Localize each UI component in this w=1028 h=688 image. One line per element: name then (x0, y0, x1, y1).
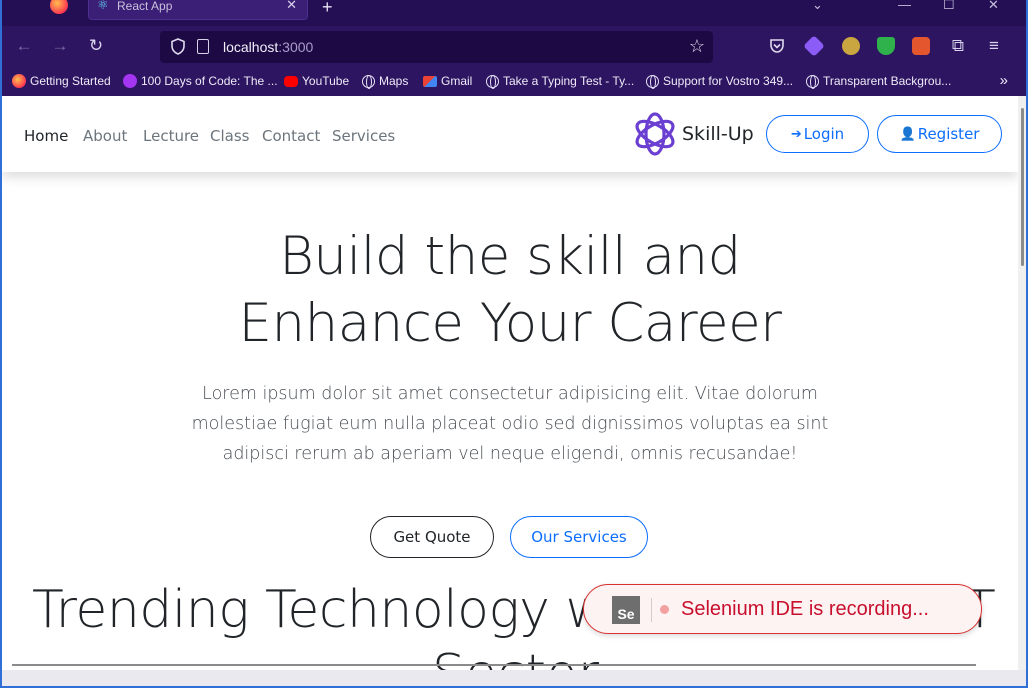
globe-icon (362, 74, 375, 89)
bookmark-100-days[interactable]: 100 Days of Code: The ... (123, 74, 278, 88)
maximize-icon[interactable]: ☐ (943, 0, 955, 13)
youtube-icon (284, 75, 298, 87)
extension-yellow-icon[interactable] (842, 37, 860, 55)
our-services-button[interactable]: Our Services (510, 516, 648, 558)
globe-icon (646, 74, 659, 89)
globe-icon (486, 74, 499, 89)
extension-red-icon[interactable] (912, 37, 930, 55)
nav-bar: ← → ↻ localhost:3000 ☆ ⧉ ≡ (0, 26, 1028, 68)
tab-react-app[interactable]: ⚛ React App ✕ (88, 0, 308, 20)
hero-title-line-1: Build the skill and (279, 226, 741, 287)
get-quote-button[interactable]: Get Quote (370, 516, 494, 558)
nav-home[interactable]: Home (24, 127, 68, 145)
close-window-icon[interactable]: ✕ (988, 0, 999, 13)
page-info-icon[interactable] (197, 39, 209, 54)
minimize-icon[interactable]: — (898, 0, 911, 12)
trending-heading-line-2: Sector (432, 644, 599, 670)
nav-services[interactable]: Services (332, 127, 395, 145)
shield-icon[interactable] (170, 38, 186, 55)
tab-list-chevron-icon[interactable]: ⌄ (812, 0, 823, 13)
vertical-scrollbar[interactable] (1018, 96, 1026, 670)
extension-purple-icon[interactable] (803, 35, 825, 57)
firefox-icon[interactable] (50, 0, 68, 14)
gmail-icon (423, 75, 437, 87)
extensions-puzzle-icon[interactable]: ⧉ (948, 36, 968, 56)
user-plus-icon: 👤 (899, 126, 916, 142)
tab-title: React App (117, 0, 173, 13)
bookmark-vostro[interactable]: Support for Vostro 349... (646, 74, 793, 89)
tab-close-icon[interactable]: ✕ (286, 0, 297, 13)
new-tab-icon[interactable]: + (322, 0, 333, 18)
nav-contact[interactable]: Contact (262, 127, 320, 145)
recording-status: Selenium IDE is recording... (681, 598, 929, 620)
menu-icon[interactable]: ≡ (984, 36, 1004, 56)
bookmarks-overflow-icon[interactable]: » (1000, 72, 1008, 89)
hero-text-line-2: molestiae fugiat eum nulla placeat odio … (191, 414, 829, 434)
trending-heading: Trending Technology wh (32, 580, 640, 640)
back-icon[interactable]: ← (14, 36, 34, 56)
url-text[interactable]: localhost:3000 (223, 39, 313, 55)
hero-title-line-2: Enhance Your Career (238, 293, 782, 354)
register-button[interactable]: 👤 Register (877, 115, 1002, 153)
sign-in-icon: ➔ (790, 126, 802, 142)
hero-text-line-3: adipisci rerum ab aperiam vel neque elig… (222, 444, 798, 464)
url-bar[interactable]: localhost:3000 ☆ (160, 31, 713, 63)
bookmark-transparent[interactable]: Transparent Backgrou... (806, 74, 951, 89)
bookmark-youtube[interactable]: YouTube (284, 74, 349, 88)
bookmark-maps[interactable]: Maps (362, 74, 408, 89)
nav-about[interactable]: About (83, 127, 127, 145)
forward-icon[interactable]: → (50, 36, 70, 56)
site-navbar: Home About Lecture Class Contact Service… (2, 96, 1018, 172)
selenium-recording-indicator[interactable]: Se Selenium IDE is recording... (583, 584, 982, 634)
scrollbar-thumb[interactable] (1021, 108, 1024, 266)
hero-text-line-1: Lorem ipsum dolor sit amet consectetur a… (202, 384, 818, 404)
bookmark-gmail[interactable]: Gmail (423, 74, 472, 88)
recording-dot-icon (660, 605, 669, 614)
bookmark-star-icon[interactable]: ☆ (689, 36, 705, 57)
shield-extension-icon[interactable] (877, 37, 895, 55)
skill-up-logo-icon[interactable] (630, 110, 680, 158)
reload-icon[interactable]: ↻ (86, 36, 106, 56)
login-button[interactable]: ➔ Login (766, 115, 869, 153)
separator (651, 598, 652, 622)
react-icon: ⚛ (97, 0, 109, 12)
horizontal-scrollbar[interactable] (12, 664, 976, 666)
brand-name[interactable]: Skill-Up (682, 123, 754, 145)
nav-class[interactable]: Class (210, 127, 249, 145)
udemy-icon (123, 74, 137, 88)
tab-strip: ⚛ React App ✕ + ⌄ — ☐ ✕ (0, 0, 1028, 26)
firefox-icon (12, 74, 26, 88)
selenium-icon: Se (612, 596, 640, 624)
bookmarks-bar: Getting Started 100 Days of Code: The ..… (0, 68, 1028, 96)
nav-lecture[interactable]: Lecture (143, 127, 199, 145)
bottom-strip (2, 670, 1026, 688)
globe-icon (806, 74, 819, 89)
pocket-icon[interactable] (768, 37, 786, 55)
bookmark-getting-started[interactable]: Getting Started (12, 74, 111, 88)
bookmark-typing-test[interactable]: Take a Typing Test - Ty... (486, 74, 634, 89)
